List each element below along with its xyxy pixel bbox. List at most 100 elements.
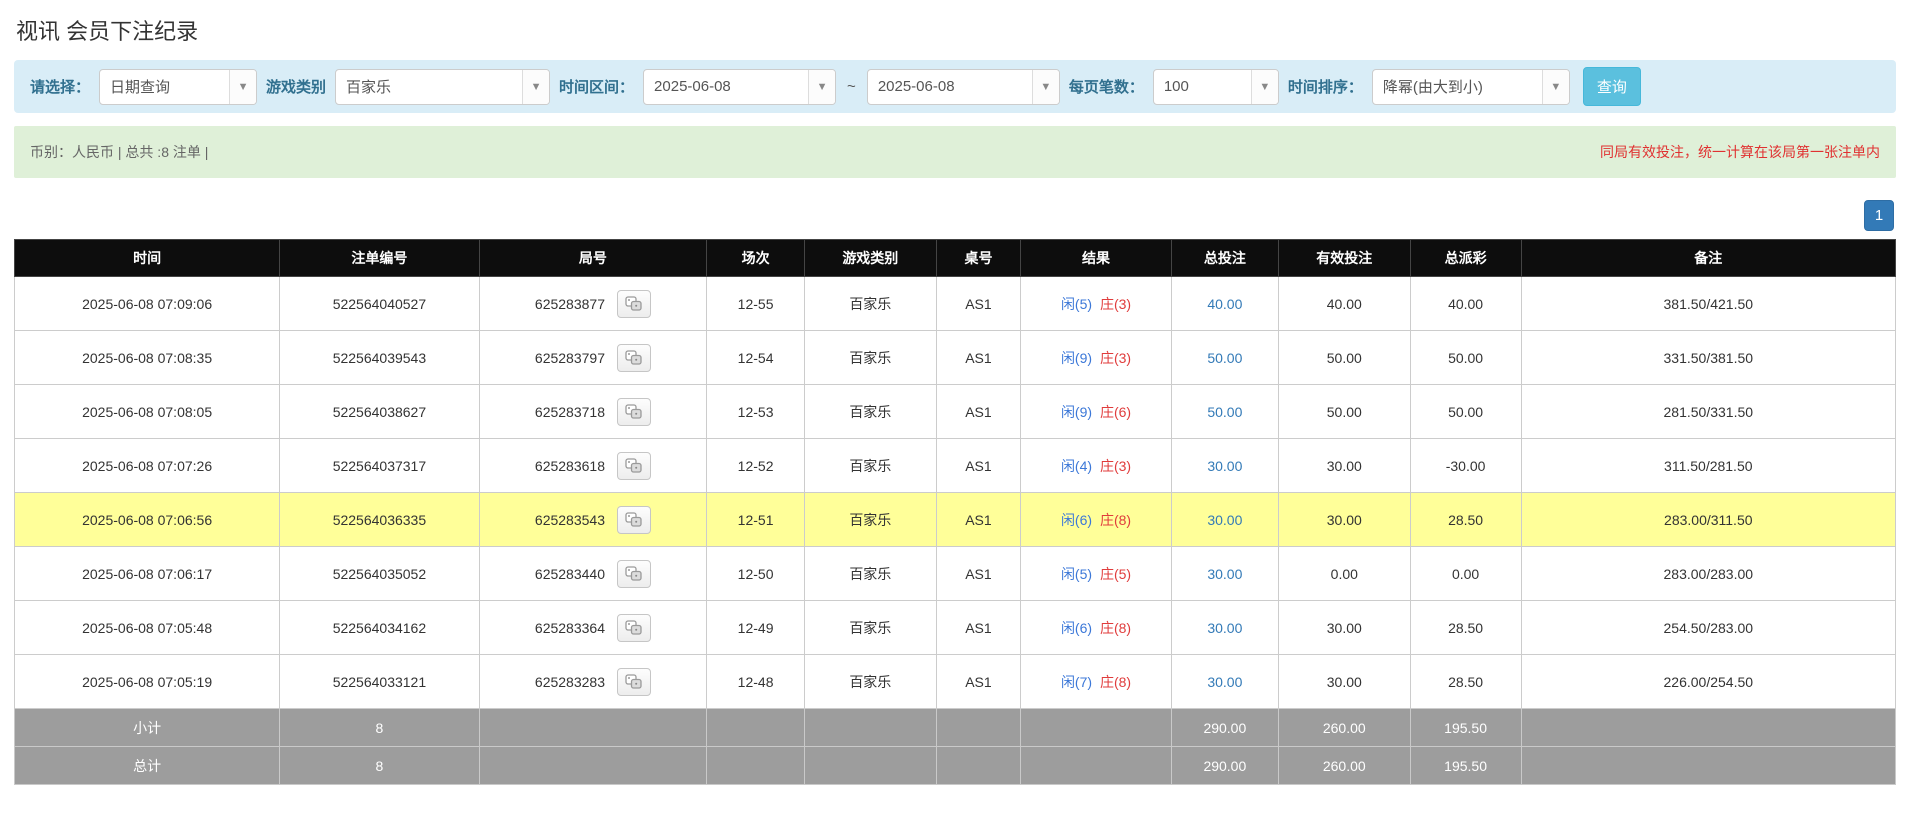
game-type-cell: 百家乐 [804, 277, 936, 331]
table-no-cell: AS1 [936, 547, 1021, 601]
session-cell: 12-55 [707, 277, 805, 331]
round-detail-button[interactable] [617, 506, 651, 534]
valid-bet-cell: 50.00 [1278, 385, 1410, 439]
total-bet-link[interactable]: 30.00 [1207, 458, 1242, 474]
round-detail-button[interactable] [617, 344, 651, 372]
payout-cell: 0.00 [1410, 547, 1521, 601]
round-detail-button[interactable] [617, 560, 651, 588]
round-number: 625283618 [535, 458, 605, 474]
valid-bet-cell: 0.00 [1278, 547, 1410, 601]
table-no-cell: AS1 [936, 277, 1021, 331]
result-banker: 庄(6) [1100, 404, 1131, 420]
time-cell: 2025-06-08 07:06:17 [15, 547, 280, 601]
total-total-bet: 290.00 [1171, 747, 1278, 785]
subtotal-valid-bet: 260.00 [1278, 709, 1410, 747]
currency-total-summary: 币别：人民币 | 总共 :8 注单 | [30, 142, 208, 162]
round-cell: 625283718 [479, 385, 707, 439]
round-number: 625283877 [535, 296, 605, 312]
header-time: 时间 [15, 240, 280, 277]
dice-icon [625, 566, 642, 581]
header-table-no: 桌号 [936, 240, 1021, 277]
chevron-down-icon[interactable]: ▼ [1251, 70, 1278, 104]
result-banker: 庄(8) [1100, 512, 1131, 528]
valid-bet-cell: 30.00 [1278, 655, 1410, 709]
result-cell: 闲(5) 庄(3) [1021, 277, 1171, 331]
page-size-combobox[interactable]: 100 ▼ [1153, 69, 1279, 105]
valid-bet-cell: 50.00 [1278, 331, 1410, 385]
game-type-combobox[interactable]: 百家乐 ▼ [335, 69, 550, 105]
bet-id-cell: 522564036335 [280, 493, 479, 547]
total-bet-link[interactable]: 50.00 [1207, 404, 1242, 420]
dice-icon [625, 404, 642, 419]
empty-cell [804, 709, 936, 747]
chevron-down-icon[interactable]: ▼ [229, 70, 256, 104]
result-banker: 庄(8) [1100, 674, 1131, 690]
round-cell: 625283877 [479, 277, 707, 331]
bet-id-cell: 522564033121 [280, 655, 479, 709]
query-type-combobox[interactable]: 日期查询 ▼ [99, 69, 257, 105]
session-cell: 12-54 [707, 331, 805, 385]
game-type-cell: 百家乐 [804, 439, 936, 493]
round-detail-button[interactable] [617, 614, 651, 642]
subtotal-row: 小计 8 290.00 260.00 195.50 [15, 709, 1896, 747]
date-range-separator: ~ [845, 78, 858, 95]
page-title: 视讯 会员下注纪录 [16, 14, 1894, 46]
total-bet-link[interactable]: 40.00 [1207, 296, 1242, 312]
header-bet-id: 注单编号 [280, 240, 479, 277]
round-detail-button[interactable] [617, 398, 651, 426]
total-bet-cell: 30.00 [1171, 547, 1278, 601]
total-bet-link[interactable]: 30.00 [1207, 620, 1242, 636]
time-cell: 2025-06-08 07:06:56 [15, 493, 280, 547]
note-cell: 283.00/283.00 [1521, 547, 1895, 601]
session-cell: 12-50 [707, 547, 805, 601]
table-footer: 小计 8 290.00 260.00 195.50 总计 8 [15, 709, 1896, 785]
total-bet-link[interactable]: 30.00 [1207, 674, 1242, 690]
round-detail-button[interactable] [617, 290, 651, 318]
query-type-value: 日期查询 [100, 70, 229, 104]
dice-icon [625, 296, 642, 311]
pagination-page-1-button[interactable]: 1 [1864, 200, 1894, 231]
table-row: 2025-06-08 07:05:48 522564034162 6252833… [15, 601, 1896, 655]
time-cell: 2025-06-08 07:05:48 [15, 601, 280, 655]
total-bet-link[interactable]: 50.00 [1207, 350, 1242, 366]
result-cell: 闲(9) 庄(3) [1021, 331, 1171, 385]
game-type-cell: 百家乐 [804, 493, 936, 547]
date-from-picker[interactable]: 2025-06-08 ▼ [643, 69, 836, 105]
chevron-down-icon[interactable]: ▼ [808, 70, 835, 104]
sort-order-combobox[interactable]: 降幂(由大到小) ▼ [1372, 69, 1570, 105]
empty-cell [1521, 747, 1895, 785]
game-type-cell: 百家乐 [804, 547, 936, 601]
chevron-down-icon[interactable]: ▼ [1542, 70, 1569, 104]
chevron-down-icon[interactable]: ▼ [522, 70, 549, 104]
round-number: 625283440 [535, 566, 605, 582]
page: 视讯 会员下注纪录 请选择： 日期查询 ▼ 游戏类别 百家乐 ▼ 时间区间： 2… [0, 0, 1910, 805]
session-cell: 12-52 [707, 439, 805, 493]
time-cell: 2025-06-08 07:08:05 [15, 385, 280, 439]
valid-bet-notice: 同局有效投注，统一计算在该局第一张注单内 [1600, 142, 1880, 162]
round-cell: 625283440 [479, 547, 707, 601]
result-player: 闲(7) [1061, 674, 1092, 690]
time-cell: 2025-06-08 07:09:06 [15, 277, 280, 331]
session-cell: 12-53 [707, 385, 805, 439]
round-number: 625283364 [535, 620, 605, 636]
game-type-cell: 百家乐 [804, 655, 936, 709]
note-cell: 281.50/331.50 [1521, 385, 1895, 439]
round-detail-button[interactable] [617, 668, 651, 696]
total-bet-link[interactable]: 30.00 [1207, 512, 1242, 528]
header-valid-bet: 有效投注 [1278, 240, 1410, 277]
empty-cell [479, 709, 707, 747]
total-bet-link[interactable]: 30.00 [1207, 566, 1242, 582]
round-cell: 625283797 [479, 331, 707, 385]
result-player: 闲(4) [1061, 458, 1092, 474]
valid-bet-cell: 30.00 [1278, 439, 1410, 493]
note-cell: 254.50/283.00 [1521, 601, 1895, 655]
table-no-cell: AS1 [936, 331, 1021, 385]
chevron-down-icon[interactable]: ▼ [1032, 70, 1059, 104]
empty-cell [707, 747, 805, 785]
table-row: 2025-06-08 07:06:17 522564035052 6252834… [15, 547, 1896, 601]
round-detail-button[interactable] [617, 452, 651, 480]
date-to-picker[interactable]: 2025-06-08 ▼ [867, 69, 1060, 105]
result-cell: 闲(6) 庄(8) [1021, 601, 1171, 655]
time-range-label: 时间区间： [559, 76, 634, 97]
search-button[interactable]: 查询 [1583, 67, 1641, 106]
